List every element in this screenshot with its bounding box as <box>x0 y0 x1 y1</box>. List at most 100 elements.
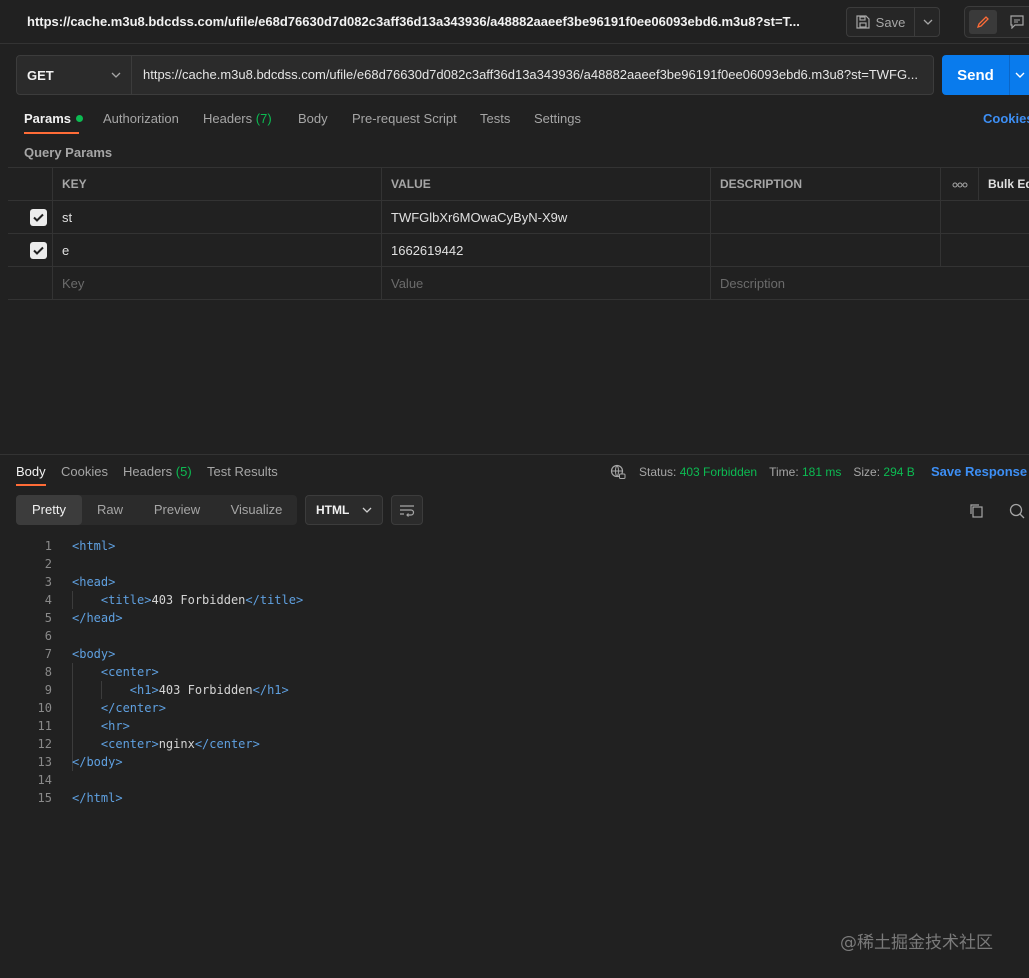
response-tab-headers-label: Headers <box>123 464 173 479</box>
language-select[interactable]: HTML <box>305 495 383 525</box>
view-mode-pretty[interactable]: Pretty <box>16 495 82 525</box>
code-text: </body> <box>72 755 123 769</box>
table-row: st TWFGlbXr6MOwaCyByN-X9w <box>8 201 1029 234</box>
edit-mode-button[interactable] <box>969 10 997 34</box>
code-text: <center>nginx</center> <box>100 737 260 751</box>
row-checkbox[interactable] <box>30 242 47 259</box>
size-label: Size: <box>853 465 881 479</box>
code-text: <center> <box>100 665 159 679</box>
table-header-row: KEY VALUE DESCRIPTION Bulk Ed <box>8 168 1029 201</box>
line-number: 14 <box>37 773 52 787</box>
wrap-lines-button[interactable] <box>391 495 423 525</box>
response-tab-headers[interactable]: Headers (5) <box>123 464 192 479</box>
tab-params[interactable]: Params <box>24 111 83 126</box>
tab-headers[interactable]: Headers (7) <box>203 111 272 126</box>
tab-tests[interactable]: Tests <box>480 111 510 126</box>
wrap-icon <box>400 505 415 517</box>
comments-button[interactable] <box>1003 10 1029 34</box>
tab-params-label: Params <box>24 111 71 126</box>
chevron-down-icon <box>111 72 121 78</box>
code-text: <hr> <box>100 719 130 733</box>
active-tab-indicator <box>16 484 46 486</box>
send-label: Send <box>957 66 994 84</box>
row-checkbox[interactable] <box>30 209 47 226</box>
param-value[interactable]: TWFGlbXr6MOwaCyByN-X9w <box>382 201 711 234</box>
send-options-button[interactable] <box>1009 55 1029 95</box>
code-text: <title>403 Forbidden</title> <box>100 593 304 607</box>
param-description[interactable] <box>711 234 941 267</box>
tab-pre-request-script[interactable]: Pre-request Script <box>352 111 457 126</box>
line-number: 15 <box>37 791 52 805</box>
mode-toggle <box>964 6 1029 38</box>
param-value[interactable]: 1662619442 <box>382 234 711 267</box>
line-number: 11 <box>37 719 52 733</box>
query-params-title: Query Params <box>24 145 113 160</box>
code-text: <head> <box>72 575 116 589</box>
status-code[interactable]: 403 Forbidden <box>680 465 757 479</box>
watermark: @稀土掘金技术社区 <box>840 933 993 953</box>
line-number: 9 <box>44 683 52 697</box>
more-options-button[interactable] <box>941 168 979 201</box>
param-key[interactable]: st <box>53 201 382 234</box>
new-description-input[interactable]: Description <box>711 267 1029 300</box>
response-tab-cookies[interactable]: Cookies <box>61 464 108 479</box>
response-headers-count: (5) <box>175 464 192 479</box>
param-description[interactable] <box>711 201 941 234</box>
search-icon[interactable] <box>1009 503 1025 519</box>
tab-settings[interactable]: Settings <box>534 111 581 126</box>
tab-authorization[interactable]: Authorization <box>103 111 179 126</box>
param-key[interactable]: e <box>53 234 382 267</box>
comment-icon <box>1010 15 1024 29</box>
line-number: 4 <box>44 593 52 607</box>
cookies-link[interactable]: Cookies <box>983 111 1029 126</box>
view-mode-visualize[interactable]: Visualize <box>216 495 297 525</box>
save-group: Save <box>846 7 940 37</box>
url-input[interactable]: https://cache.m3u8.bdcdss.com/ufile/e68d… <box>131 55 934 95</box>
new-key-input[interactable]: Key <box>53 267 382 300</box>
check-icon <box>33 213 44 222</box>
send-button[interactable]: Send <box>942 55 1029 95</box>
request-title[interactable]: https://cache.m3u8.bdcdss.com/ufile/e68d… <box>27 14 800 29</box>
headers-count: (7) <box>255 111 272 126</box>
line-number: 10 <box>37 701 52 715</box>
checkbox-column-header <box>8 168 53 201</box>
chevron-down-icon <box>1015 72 1024 78</box>
code-text: <h1>403 Forbidden</h1> <box>129 683 289 697</box>
status-label: Status: <box>639 465 677 479</box>
new-value-input[interactable]: Value <box>382 267 711 300</box>
response-tab-test-results[interactable]: Test Results <box>207 464 278 479</box>
view-mode-raw[interactable]: Raw <box>82 495 138 525</box>
method-select[interactable]: GET <box>16 55 132 95</box>
line-number: 13 <box>37 755 52 769</box>
globe-lock-icon[interactable] <box>610 464 626 480</box>
save-options-button[interactable] <box>916 8 940 36</box>
pencil-icon <box>976 16 989 29</box>
line-number: 12 <box>37 737 52 751</box>
check-icon <box>33 246 44 255</box>
line-number: 6 <box>44 629 52 643</box>
chevron-down-icon <box>923 19 933 25</box>
save-label: Save <box>875 14 906 30</box>
column-header-key: KEY <box>53 168 382 201</box>
pane-divider[interactable] <box>0 454 1029 455</box>
response-tab-body[interactable]: Body <box>16 464 46 479</box>
method-label: GET <box>27 67 54 83</box>
table-row: e 1662619442 <box>8 234 1029 267</box>
tab-body[interactable]: Body <box>298 111 328 126</box>
response-time[interactable]: 181 ms <box>802 465 841 479</box>
more-icon <box>952 182 967 188</box>
bulk-edit-button[interactable]: Bulk Ed <box>979 168 1029 201</box>
row-checkbox-cell <box>8 201 53 234</box>
table-row-new: Key Value Description <box>8 267 1029 300</box>
line-number: 1 <box>44 539 52 553</box>
view-mode-preview[interactable]: Preview <box>140 495 214 525</box>
time-label: Time: <box>769 465 799 479</box>
line-number: 5 <box>44 611 52 625</box>
view-mode-selector: Pretty Raw Preview Visualize <box>16 495 297 525</box>
response-size[interactable]: 294 B <box>883 465 914 479</box>
copy-icon[interactable] <box>969 503 985 519</box>
line-number: 8 <box>44 665 52 679</box>
language-label: HTML <box>316 503 350 517</box>
save-response-button[interactable]: Save Response <box>931 464 1027 479</box>
save-button[interactable]: Save <box>847 8 915 36</box>
